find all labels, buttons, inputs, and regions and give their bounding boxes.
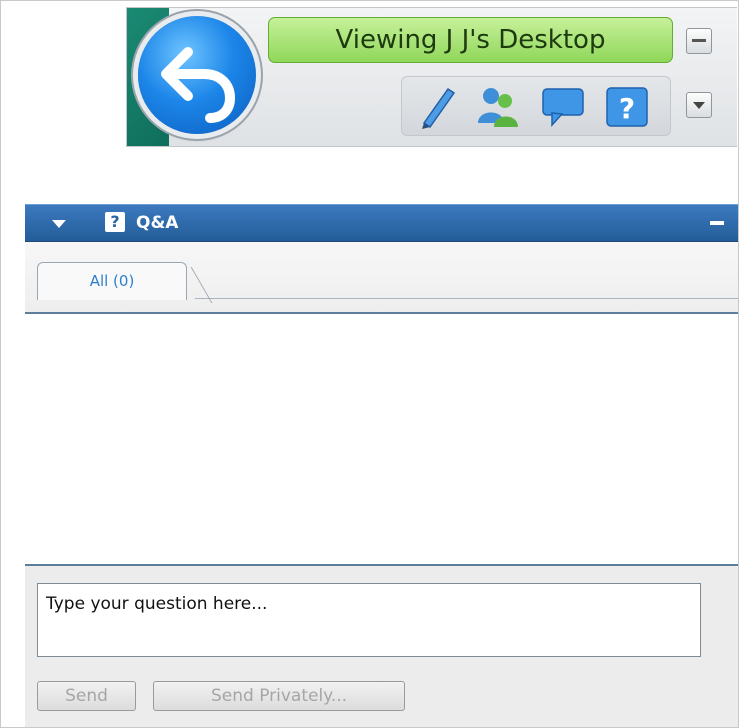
annotate-button[interactable] bbox=[414, 83, 460, 129]
qa-panel-header[interactable]: ? Q&A bbox=[25, 204, 738, 243]
send-button[interactable]: Send bbox=[37, 681, 136, 711]
question-input[interactable]: Type your question here... bbox=[37, 583, 701, 657]
chevron-down-icon bbox=[693, 102, 705, 109]
menu-dropdown-button[interactable] bbox=[686, 92, 712, 118]
viewing-status-label: Viewing J J's Desktop bbox=[268, 17, 673, 63]
panel-minimize-icon[interactable] bbox=[710, 221, 724, 225]
participants-button[interactable] bbox=[474, 83, 520, 129]
minimize-button[interactable] bbox=[686, 28, 712, 54]
minimize-icon bbox=[692, 39, 706, 42]
meeting-control-bar: Viewing J J's Desktop ? bbox=[126, 7, 737, 147]
tab-divider bbox=[195, 298, 738, 299]
tab-all[interactable]: All (0) bbox=[37, 262, 187, 300]
return-button[interactable] bbox=[138, 16, 256, 134]
collapse-triangle-icon[interactable] bbox=[52, 220, 66, 228]
control-icon-tray: ? bbox=[401, 76, 671, 136]
send-privately-button[interactable]: Send Privately... bbox=[153, 681, 405, 711]
back-arrow-icon bbox=[161, 47, 236, 123]
compose-area: Type your question here... Send Send Pri… bbox=[25, 566, 738, 727]
window-frame: Viewing J J's Desktop ? ? Q&A All (0) Ty… bbox=[0, 0, 739, 728]
help-icon: ? bbox=[606, 87, 648, 127]
question-mark-icon: ? bbox=[105, 212, 125, 232]
pen-icon bbox=[422, 87, 456, 129]
chat-button[interactable] bbox=[540, 83, 586, 129]
participants-icon bbox=[478, 88, 518, 127]
panel-title: Q&A bbox=[136, 213, 179, 233]
chat-icon bbox=[542, 88, 584, 127]
qa-button[interactable]: ? bbox=[604, 83, 650, 129]
qa-tab-strip: All (0) bbox=[25, 242, 738, 314]
svg-text:?: ? bbox=[619, 92, 635, 125]
question-list-area bbox=[25, 314, 738, 566]
